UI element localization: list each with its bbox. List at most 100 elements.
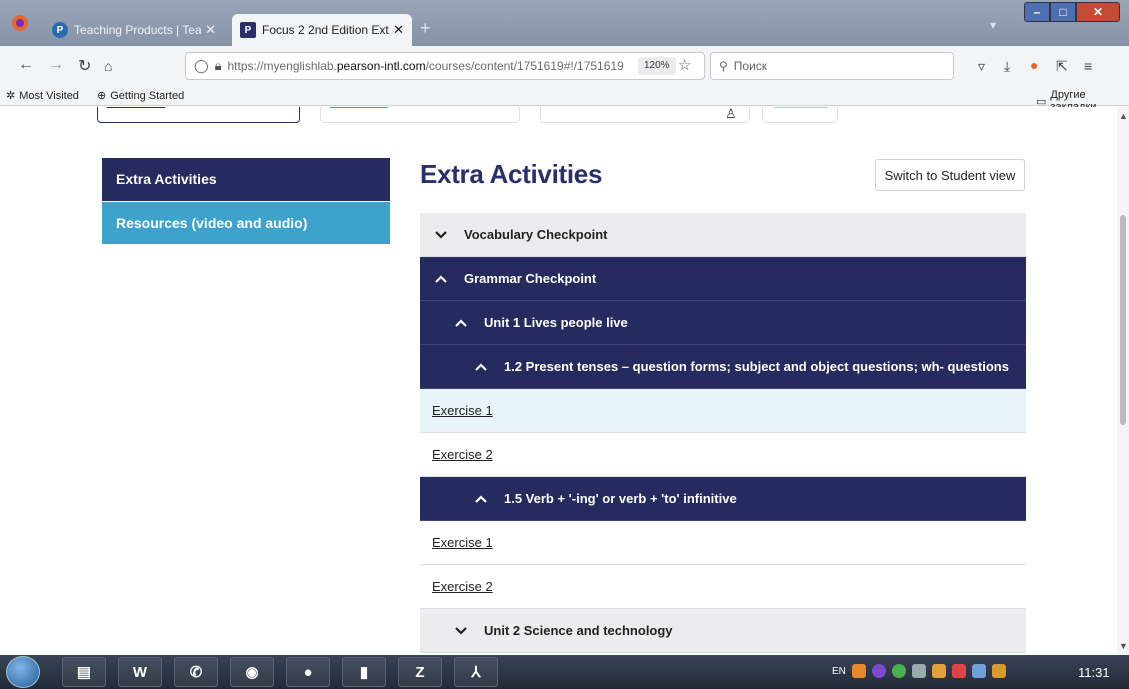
chevron-up-icon — [454, 316, 468, 330]
tray-app-icon[interactable] — [891, 664, 906, 678]
lock-icon[interactable]: 🔒︎ — [215, 58, 222, 74]
scroll-up-icon[interactable]: ▲ — [1119, 111, 1128, 121]
section-label: Vocabulary Checkpoint — [464, 227, 608, 242]
section-label: 1.2 Present tenses – question forms; sub… — [504, 359, 1009, 374]
accordion-section-header[interactable]: 1.5 Verb + '-ing' or verb + 'to' infinit… — [420, 477, 1026, 521]
course-tab[interactable] — [320, 107, 520, 123]
browser-tab-bar: P Teaching Products | Teaching Pro ✕ P F… — [0, 0, 1129, 46]
globe-icon: ⊕ — [97, 90, 107, 102]
pocket-icon[interactable]: ▿ — [978, 58, 985, 75]
close-window-button[interactable]: ✕ — [1076, 2, 1120, 22]
network-icon[interactable] — [971, 664, 986, 678]
window-controls: – □ ✕ — [1024, 2, 1120, 22]
maximize-window-button[interactable]: □ — [1050, 2, 1076, 22]
home-icon[interactable]: ⌂ — [104, 58, 112, 74]
accordion-section-header[interactable]: 1.2 Present tenses – question forms; sub… — [420, 345, 1026, 389]
viber-app-button[interactable]: ✆ — [174, 657, 218, 687]
bookmarks-toolbar: ✲ Most Visited ⊕ Getting Started ▭ Други… — [0, 86, 1129, 113]
menu-icon[interactable]: ≡ — [1084, 58, 1092, 74]
accordion-section-header[interactable]: Unit 1 Lives people live — [420, 301, 1026, 345]
page-viewport: ♙ Extra Activities Resources (video and … — [0, 107, 1129, 655]
forward-arrow-icon[interactable]: → — [48, 56, 64, 74]
file-manager-app-button[interactable]: ▤ — [62, 657, 106, 687]
pearson-favicon-icon: P — [240, 22, 256, 38]
download-icon[interactable]: ⤓ — [1004, 58, 1010, 75]
chevron-down-icon — [434, 228, 448, 242]
page-scrollbar[interactable]: ▲ ▼ — [1117, 107, 1129, 655]
search-input[interactable]: ⚲ Поиск — [710, 52, 954, 80]
url-domain: pearson-intl.com — [336, 59, 426, 73]
gear-icon: ✲ — [6, 90, 16, 102]
bookmark-most-visited[interactable]: ✲ Most Visited — [6, 89, 79, 103]
back-arrow-icon[interactable]: ← — [18, 56, 34, 74]
reload-icon[interactable]: ↻ — [78, 56, 91, 76]
share-icon[interactable]: ⇱ — [1056, 58, 1068, 75]
accordion-section-header[interactable]: Grammar Checkpoint — [420, 257, 1026, 301]
exercise-link[interactable]: Exercise 1 — [420, 403, 493, 418]
exercise-link[interactable]: Exercise 2 — [420, 447, 493, 462]
bookmark-label: Most Visited — [19, 89, 79, 102]
folder-icon: ▭ — [1036, 95, 1047, 108]
tab-label: Focus 2 2nd Edition Extra Activiti — [262, 23, 389, 37]
content-sidebar: Extra Activities Resources (video and au… — [102, 158, 390, 244]
tab-list-chevron-icon[interactable]: ▾ — [990, 18, 996, 32]
close-tab-icon[interactable]: ✕ — [205, 22, 216, 38]
chrome-app-button[interactable]: ◉ — [230, 657, 274, 687]
search-icon: ⚲ — [719, 59, 728, 73]
zoom-level-badge[interactable]: 120% — [638, 57, 676, 75]
section-label: Unit 1 Lives people live — [484, 315, 628, 330]
sidebar-item-resources[interactable]: Resources (video and audio) — [102, 201, 390, 244]
accordion-section-header[interactable]: Vocabulary Checkpoint — [420, 213, 1026, 257]
app-button[interactable]: ▮ — [342, 657, 386, 687]
new-tab-icon[interactable]: + — [420, 18, 431, 39]
browser-nav-bar: ← → ↻ ⌂ ◯ 🔒︎ https://myenglishlab. pearso… — [0, 46, 1129, 86]
chevron-down-icon — [454, 624, 468, 638]
bookmark-star-icon[interactable]: ☆ — [678, 56, 691, 74]
chevron-up-icon — [434, 272, 448, 286]
chevron-up-icon — [474, 492, 488, 506]
firefox-menu-icon[interactable] — [8, 12, 36, 36]
start-button[interactable] — [6, 656, 40, 688]
tab-label: Teaching Products | Teaching Pro — [74, 23, 202, 37]
exercise-link[interactable]: Exercise 1 — [420, 535, 493, 550]
tab-focus-extra-activities[interactable]: P Focus 2 2nd Edition Extra Activiti ✕ — [232, 14, 412, 46]
tray-app-icon[interactable] — [851, 664, 866, 678]
flag-icon[interactable] — [951, 664, 966, 678]
course-header-strip: ♙ — [0, 107, 1129, 129]
shield-icon[interactable]: ◯ — [194, 58, 209, 74]
tray-app-icon[interactable] — [871, 664, 886, 678]
section-label: Unit 2 Science and technology — [484, 623, 673, 638]
tray-app-icon[interactable] — [991, 664, 1006, 678]
course-search-field[interactable]: ♙ — [540, 107, 750, 123]
tab-teaching-products[interactable]: P Teaching Products | Teaching Pro ✕ — [44, 14, 224, 46]
windows-taskbar: ▤ W ✆ ◉ ● ▮ Z ⅄ EN 11:31 — [0, 655, 1129, 689]
volume-icon[interactable] — [911, 664, 926, 678]
address-bar[interactable]: ◯ 🔒︎ https://myenglishlab. pearson-intl.c… — [185, 52, 705, 80]
scroll-down-icon[interactable]: ▼ — [1119, 641, 1128, 651]
firefox-app-button[interactable]: ● — [286, 657, 330, 687]
all-courses-button[interactable] — [762, 107, 838, 123]
extension-icon[interactable]: ● — [1030, 57, 1038, 73]
system-tray: EN — [832, 664, 1006, 678]
acrobat-app-button[interactable]: ⅄ — [454, 657, 498, 687]
section-label: Grammar Checkpoint — [464, 271, 597, 286]
accordion-section-header[interactable]: Unit 2 Science and technology — [420, 609, 1026, 653]
word-app-button[interactable]: W — [118, 657, 162, 687]
exercise-row: Exercise 2 — [420, 565, 1026, 609]
switch-to-student-view-button[interactable]: Switch to Student view — [875, 159, 1025, 191]
sidebar-item-extra-activities[interactable]: Extra Activities — [102, 158, 390, 201]
pearson-favicon-icon: P — [52, 22, 68, 38]
course-selector[interactable] — [97, 107, 300, 123]
minimize-window-button[interactable]: – — [1024, 2, 1050, 22]
chevron-up-icon — [474, 360, 488, 374]
language-indicator[interactable]: EN — [832, 666, 846, 677]
url-path: /courses/content/1751619#!/1751619 — [425, 59, 624, 73]
tray-app-icon[interactable] — [931, 664, 946, 678]
bookmark-getting-started[interactable]: ⊕ Getting Started — [97, 89, 184, 103]
zoom-app-button[interactable]: Z — [398, 657, 442, 687]
exercise-link[interactable]: Exercise 2 — [420, 579, 493, 594]
activities-accordion: Vocabulary Checkpoint Grammar Checkpoint U… — [420, 213, 1026, 653]
taskbar-clock[interactable]: 11:31 — [1078, 665, 1110, 680]
close-tab-icon[interactable]: ✕ — [393, 22, 404, 38]
scroll-thumb[interactable] — [1120, 215, 1126, 425]
